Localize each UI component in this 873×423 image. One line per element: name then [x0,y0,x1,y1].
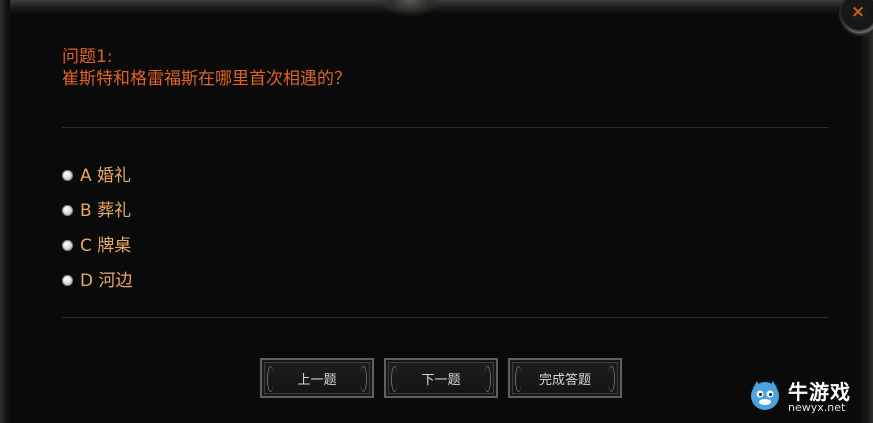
frame-right-border [859,0,873,423]
option-c[interactable]: C 牌桌 [62,228,133,263]
option-d[interactable]: D 河边 [62,263,133,298]
divider-bottom [62,317,829,318]
radio-icon[interactable] [62,275,73,286]
option-label[interactable]: B 葬礼 [80,201,131,221]
finish-quiz-label[interactable]: 完成答题 [539,369,591,388]
site-watermark: 牛游戏 newyx.net [748,374,868,418]
option-b[interactable]: B 葬礼 [62,193,133,228]
newyx-logo-icon [751,381,779,410]
frame-left-border [0,0,10,423]
option-label[interactable]: C 牌桌 [80,236,131,256]
close-button[interactable]: × [841,0,873,34]
finish-quiz-button[interactable]: 完成答题 [508,358,622,398]
quiz-dialog: × 问题1: 崔斯特和格雷福斯在哪里首次相遇的？ A 婚礼 B 葬礼 C 牌桌 … [0,0,873,423]
next-question-label[interactable]: 下一题 [421,369,460,388]
answer-options: A 婚礼 B 葬礼 C 牌桌 D 河边 [62,158,133,298]
divider-top [62,127,829,128]
option-label[interactable]: D 河边 [80,271,133,291]
radio-icon[interactable] [62,205,73,216]
next-question-button[interactable]: 下一题 [384,358,498,398]
radio-icon[interactable] [62,240,73,251]
radio-icon[interactable] [62,170,73,181]
option-label[interactable]: A 婚礼 [80,166,131,186]
prev-question-label[interactable]: 上一题 [297,369,336,388]
question-number: 问题1: [62,47,113,67]
prev-question-button[interactable]: 上一题 [260,358,374,398]
close-icon[interactable]: × [851,2,865,22]
watermark-url: newyx.net [788,401,846,414]
question-text: 崔斯特和格雷福斯在哪里首次相遇的？ [62,69,351,89]
frame-ornament [380,0,440,16]
option-a[interactable]: A 婚礼 [62,158,133,193]
